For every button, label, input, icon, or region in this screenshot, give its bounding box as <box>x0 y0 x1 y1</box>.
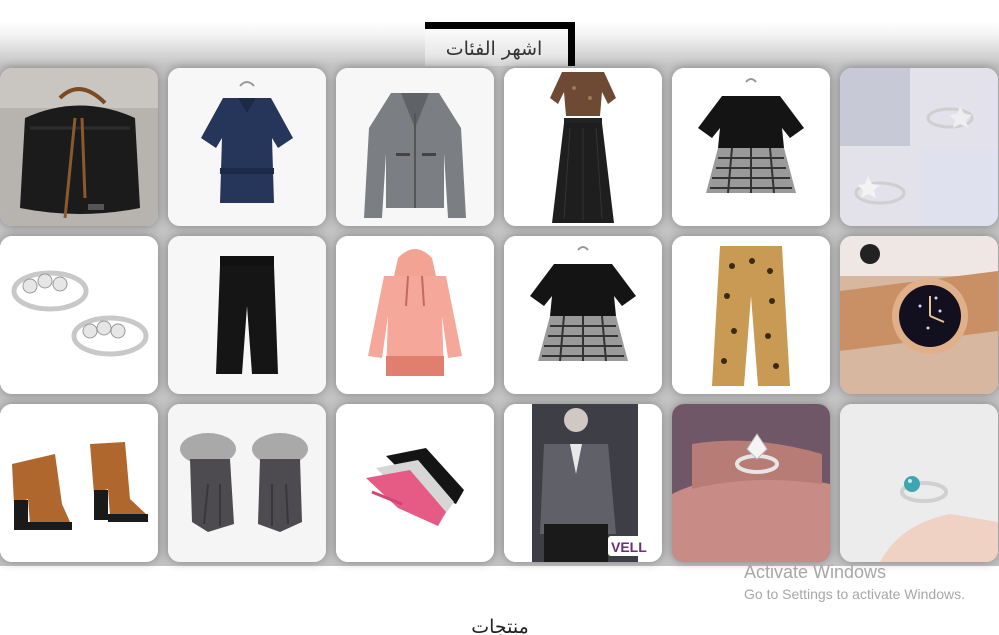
pink-hoodie-icon <box>336 236 494 394</box>
crystal-rings-icon <box>0 236 158 394</box>
category-tile-blue-ring[interactable] <box>840 404 998 562</box>
windows-activation-watermark: Activate Windows Go to Settings to activ… <box>744 562 965 602</box>
category-tile-rings[interactable] <box>0 236 158 394</box>
fur-gloves-icon <box>168 404 326 562</box>
gingham-top-icon <box>504 236 662 394</box>
ankle-boots-icon <box>0 404 158 562</box>
brand-logo-text: VELL <box>611 539 647 555</box>
blue-stone-ring-icon <box>840 404 998 562</box>
black-trousers-icon <box>168 236 326 394</box>
grey-jacket-icon <box>336 68 494 226</box>
star-ring-icon <box>840 68 998 226</box>
navy-blouse-icon <box>168 68 326 226</box>
watermark-title: Activate Windows <box>744 562 887 582</box>
gingham-top-icon <box>672 68 830 226</box>
category-tile-bag[interactable] <box>0 68 158 226</box>
category-tile-leopard-trousers[interactable] <box>672 236 830 394</box>
category-tile-trousers[interactable] <box>168 236 326 394</box>
section-title: اشهر الفئات <box>445 38 543 60</box>
category-tile-jacket[interactable] <box>336 68 494 226</box>
page: اشهر الفئات VELL Activate Windows Go to … <box>0 0 999 635</box>
categories-grid: VELL <box>0 68 999 562</box>
category-tile-diamond-ring[interactable] <box>672 404 830 562</box>
watermark-subtitle: Go to Settings to activate Windows. <box>744 586 965 602</box>
products-section-title: منتجات <box>471 616 529 635</box>
category-tile-blouse[interactable] <box>168 68 326 226</box>
category-tile-hoodie[interactable] <box>336 236 494 394</box>
sequin-top-skirt-icon <box>504 68 662 226</box>
category-tile-boots[interactable] <box>0 404 158 562</box>
rose-gold-watch-icon <box>840 236 998 394</box>
category-tile-gingham-top-2[interactable] <box>504 236 662 394</box>
category-tile-watch[interactable] <box>840 236 998 394</box>
diamond-ring-icon <box>672 404 830 562</box>
socks-icon <box>336 404 494 562</box>
leopard-trousers-icon <box>672 236 830 394</box>
grey-blazer-icon: VELL <box>504 404 662 562</box>
category-tile-outfit[interactable] <box>504 68 662 226</box>
category-tile-gloves[interactable] <box>168 404 326 562</box>
category-tile-socks[interactable] <box>336 404 494 562</box>
category-tile-ring[interactable] <box>840 68 998 226</box>
category-tile-gingham-top[interactable] <box>672 68 830 226</box>
category-tile-blazer[interactable]: VELL <box>504 404 662 562</box>
bucket-bag-icon <box>0 68 158 226</box>
